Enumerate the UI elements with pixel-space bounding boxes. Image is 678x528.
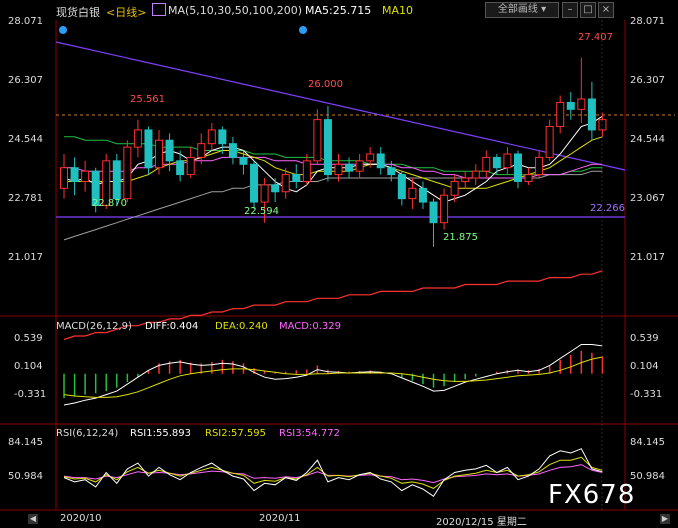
annotation-25561: 25.561	[130, 94, 165, 105]
candle-body	[513, 153, 522, 182]
scroll-right-icon[interactable]: ▶	[660, 514, 670, 524]
macd-axis-left-2: -0.331	[14, 389, 47, 400]
rsi2-value: RSI2:57.595	[205, 428, 266, 439]
macd-diff-value: DIFF:0.404	[145, 321, 199, 332]
candle-body	[556, 101, 565, 127]
candle-body	[566, 101, 575, 110]
candle-body	[366, 153, 375, 162]
candle-body	[482, 156, 491, 172]
candle-body	[492, 156, 501, 169]
rsi1-value: RSI1:55.893	[130, 428, 191, 439]
macd-axis-left-1: 0.104	[14, 361, 43, 372]
support-line-label: 22.266	[590, 203, 625, 214]
time-label-cursor: 2020/12/15 星期二	[436, 517, 527, 528]
rsi3-value: RSI3:54.772	[279, 428, 340, 439]
candle-body	[345, 163, 354, 172]
candle-body	[524, 174, 533, 182]
event-marker-icon	[59, 26, 67, 34]
macd-axis-right-0: 0.539	[630, 333, 659, 344]
macd-diff-line	[63, 344, 603, 406]
rsi-title: RSI(6,12,24)	[56, 428, 119, 439]
candle-body	[123, 146, 132, 200]
candle-body	[250, 163, 259, 203]
candle-body	[239, 156, 248, 165]
macd-axis-left-0: 0.539	[14, 333, 43, 344]
candle-body	[418, 187, 427, 203]
candle-body	[271, 184, 280, 193]
candle-body	[176, 160, 185, 176]
rsi-axis-left-0: 84.145	[8, 437, 43, 448]
candle-body	[535, 156, 544, 176]
candle-body	[429, 201, 438, 224]
candle-body	[323, 119, 332, 176]
annotation-22870: 22.870	[92, 198, 127, 209]
trend-line-down	[55, 41, 626, 171]
candle-body	[281, 174, 290, 193]
candle-body	[155, 139, 164, 169]
candle-body	[144, 129, 153, 169]
candle-body	[471, 170, 480, 179]
macd-title: MACD(26,12,9)	[56, 321, 132, 332]
rsi-axis-right-0: 84.145	[630, 437, 665, 448]
macd-axis-right-1: 0.104	[630, 361, 659, 372]
candle-body	[577, 98, 586, 110]
candle-body	[165, 139, 174, 162]
candle-body	[260, 184, 269, 203]
time-label-nov: 2020/11	[259, 513, 301, 524]
candle-body	[112, 160, 121, 200]
price-axis-right-0: 28.071	[630, 16, 665, 27]
price-axis-left-3: 22.781	[8, 193, 43, 204]
candle-body	[376, 153, 385, 169]
candle-body	[70, 167, 79, 182]
candle-body	[334, 163, 343, 176]
candle-body	[397, 174, 406, 200]
candle-body	[218, 129, 227, 145]
macd-axis-right-2: -0.331	[630, 389, 663, 400]
candle-body	[292, 174, 301, 182]
candle-body	[60, 167, 68, 189]
event-marker-icon	[299, 26, 307, 34]
candle-body	[545, 125, 554, 158]
annotation-26000: 26.000	[308, 79, 343, 90]
candle-body	[587, 98, 596, 131]
candle-body	[408, 187, 417, 200]
price-axis-left-0: 28.071	[8, 16, 43, 27]
price-axis-right-4: 21.017	[630, 252, 665, 263]
candle-body	[313, 119, 322, 162]
candle-body	[207, 129, 216, 145]
chart-window[interactable]: 现货白银 <日线> MA(5,10,30,50,100,200) MA5:25.…	[0, 0, 678, 528]
annotation-high: 27.407	[578, 32, 613, 43]
price-axis-right-2: 24.544	[630, 134, 665, 145]
candle-body	[461, 177, 470, 182]
candle-body	[133, 129, 142, 148]
candle-body	[228, 143, 237, 158]
rsi-axis-left-1: 50.984	[8, 471, 43, 482]
annotation-22594: 22.594	[244, 206, 279, 217]
scroll-left-icon[interactable]: ◀	[28, 514, 38, 524]
candle-body	[302, 160, 311, 182]
price-axis-right-3: 23.067	[630, 193, 665, 204]
candle-body	[450, 180, 459, 196]
price-axis-right-1: 26.307	[630, 75, 665, 86]
price-axis-left-1: 26.307	[8, 75, 43, 86]
candle-body	[197, 143, 206, 158]
candle-body	[387, 167, 396, 176]
candle-body	[355, 160, 364, 172]
price-axis-left-4: 21.017	[8, 252, 43, 263]
watermark-logo: FX678	[548, 480, 636, 510]
time-label-oct: 2020/10	[60, 513, 102, 524]
annotation-21875: 21.875	[443, 232, 478, 243]
candle-body	[503, 153, 512, 169]
macd-macd-value: MACD:0.329	[279, 321, 341, 332]
candle-body	[186, 156, 195, 176]
price-axis-left-2: 24.544	[8, 134, 43, 145]
macd-dea-value: DEA:0.240	[215, 321, 268, 332]
macd-dea-line	[63, 356, 603, 398]
candle-body	[598, 119, 607, 131]
candle-body	[440, 194, 449, 224]
candle-body	[81, 170, 90, 182]
